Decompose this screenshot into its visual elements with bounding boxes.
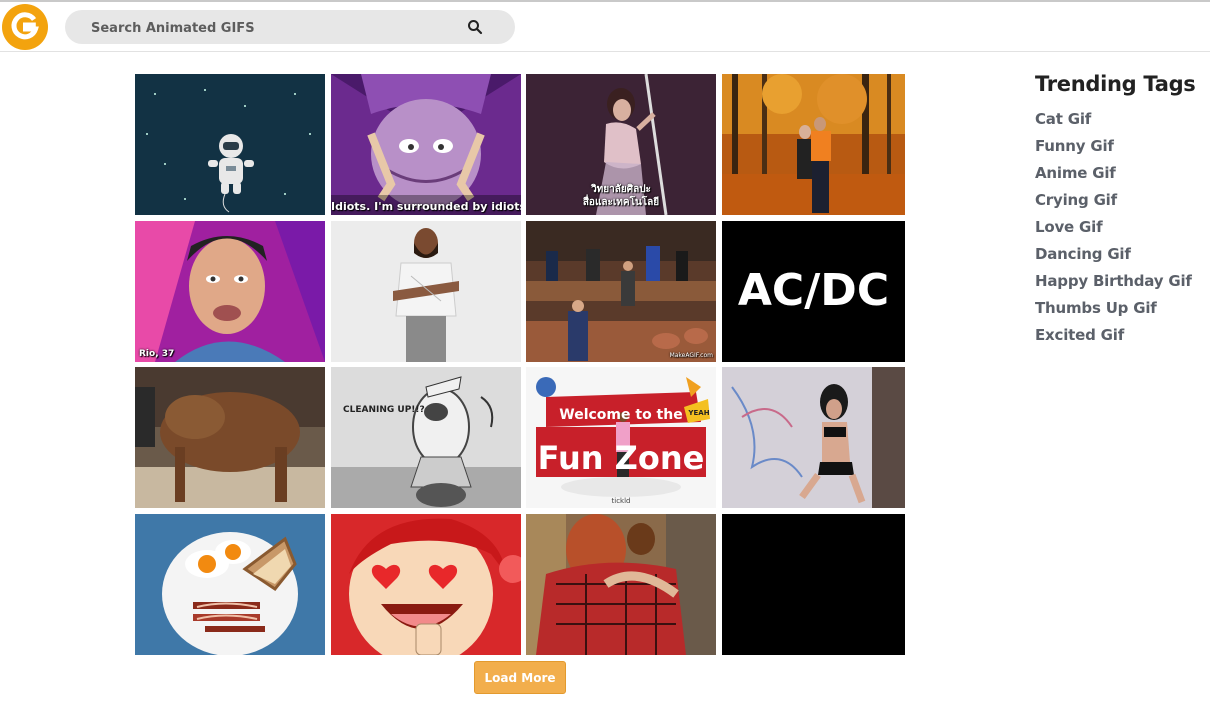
search-button[interactable] <box>467 19 483 35</box>
autumn-couple-image <box>722 74 905 215</box>
trending-tags-title: Trending Tags <box>1035 72 1196 96</box>
gif-watermark: MakeAGIF.com <box>669 352 713 359</box>
gif-tile-drag-queen[interactable]: Rio, 37 <box>135 221 325 362</box>
gif-caption: Rio, 37 <box>139 349 175 359</box>
gif-tile-man-white-shirt[interactable] <box>331 221 521 362</box>
fun-zone-line1: Welcome to the <box>559 407 682 423</box>
furry-creature-image <box>135 367 325 508</box>
tag-link-anime[interactable]: Anime Gif <box>1035 162 1210 189</box>
gif-tile-black[interactable] <box>722 514 905 655</box>
gif-caption-line1: วิทยาลัยศิลปะ <box>591 184 651 195</box>
search-icon <box>468 20 483 35</box>
tag-link-crying[interactable]: Crying Gif <box>1035 189 1210 216</box>
tag-link-dancing[interactable]: Dancing Gif <box>1035 243 1210 270</box>
graffiti-pose-image <box>722 367 905 508</box>
tag-link-cat[interactable]: Cat Gif <box>1035 108 1210 135</box>
drag-queen-image <box>135 221 325 362</box>
gif-caption: Idiots. I'm surrounded by idiots <box>331 200 521 213</box>
tag-link-funny[interactable]: Funny Gif <box>1035 135 1210 162</box>
gif-tile-acdc[interactable]: AC/DC <box>722 221 905 362</box>
heart-eyes-image <box>331 514 521 655</box>
fun-zone-image: Welcome to the Fun Zone YEAH tickld <box>526 367 716 508</box>
site-logo[interactable] <box>2 4 48 50</box>
gif-tile-breakfast[interactable] <box>135 514 325 655</box>
sketch-caption-text: CLEANING UP!!? <box>343 405 425 415</box>
gif-tile-autumn-couple[interactable] <box>722 74 905 215</box>
gif-tile-hugging-couple[interactable] <box>526 514 716 655</box>
cleaning-sketch-image: CLEANING UP!!? <box>331 367 521 508</box>
tag-link-love[interactable]: Love Gif <box>1035 216 1210 243</box>
man-white-shirt-image <box>331 221 521 362</box>
fun-zone-watermark: tickld <box>612 497 631 505</box>
gif-tile-parliament-dance[interactable]: MakeAGIF.com <box>526 221 716 362</box>
breakfast-image <box>135 514 325 655</box>
gif-tile-yzma[interactable]: Idiots. I'm surrounded by idiots <box>331 74 521 215</box>
gif-tile-fun-zone[interactable]: Welcome to the Fun Zone YEAH tickld <box>526 367 716 508</box>
gif-caption: วิทยาลัยศิลปะ สื่อและเทคโนโลยี <box>526 183 716 209</box>
parliament-image <box>526 221 716 362</box>
search-input[interactable] <box>89 10 453 46</box>
astronaut-image <box>135 74 325 215</box>
yzma-image <box>331 74 521 215</box>
gif-caption-line2: สื่อและเทคโนโลยี <box>582 197 660 208</box>
tag-link-happy-birthday[interactable]: Happy Birthday Gif <box>1035 270 1210 297</box>
trending-tags-panel: Trending Tags Cat Gif Funny Gif Anime Gi… <box>1035 72 1210 351</box>
gif-tile-furry-creature[interactable] <box>135 367 325 508</box>
gif-tile-pole-dancer[interactable]: วิทยาลัยศิลปะ สื่อและเทคโนโลยี <box>526 74 716 215</box>
search-bar <box>65 10 515 46</box>
load-more-button[interactable]: Load More <box>474 661 566 694</box>
g-logo-icon <box>11 12 39 40</box>
gif-grid: Idiots. I'm surrounded by idiots วิทยาลั… <box>135 74 905 655</box>
gif-tile-cleaning-sketch[interactable]: CLEANING UP!!? <box>331 367 521 508</box>
fun-zone-line2: Fun Zone <box>538 439 705 477</box>
site-header <box>0 2 1210 52</box>
gif-tile-astronaut[interactable] <box>135 74 325 215</box>
hugging-couple-image <box>526 514 716 655</box>
acdc-image: AC/DC <box>722 221 905 362</box>
acdc-logo-text: AC/DC <box>738 265 889 316</box>
gif-tile-graffiti-pose[interactable] <box>722 367 905 508</box>
tag-link-thumbs-up[interactable]: Thumbs Up Gif <box>1035 297 1210 324</box>
tag-link-excited[interactable]: Excited Gif <box>1035 324 1210 351</box>
fun-zone-badge: YEAH <box>687 409 709 417</box>
gif-tile-heart-eyes[interactable] <box>331 514 521 655</box>
